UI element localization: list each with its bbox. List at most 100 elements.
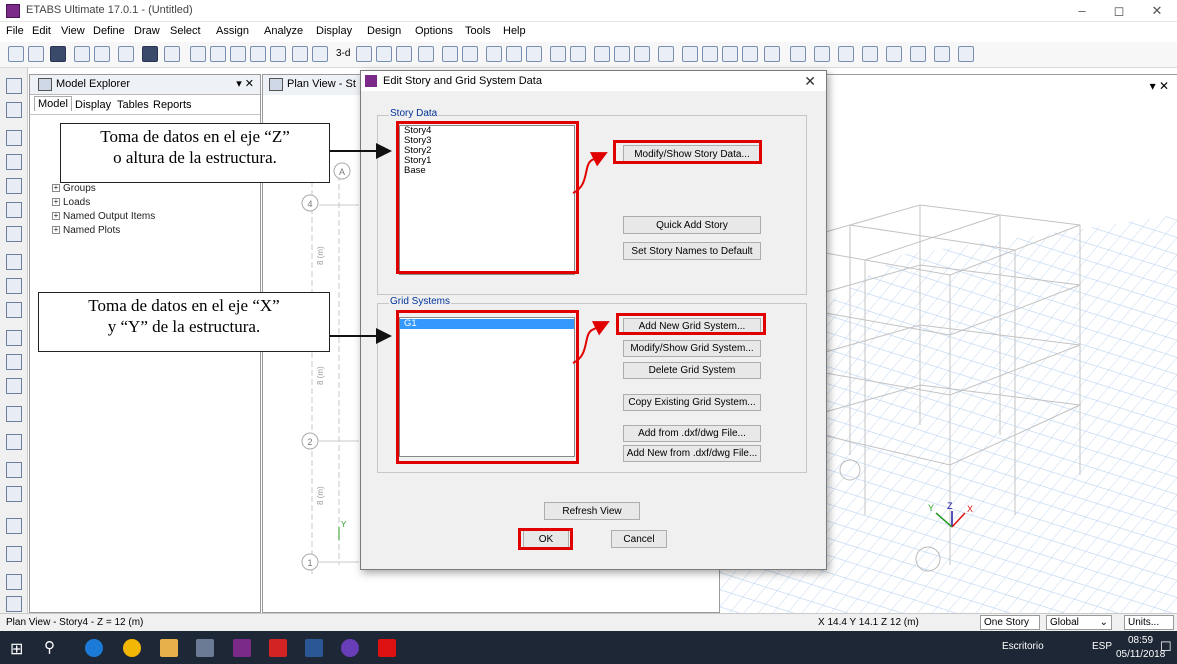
menu-draw[interactable]: Draw — [134, 25, 160, 37]
pencil-icon[interactable] — [118, 46, 134, 62]
plan-view-icon[interactable] — [356, 46, 372, 62]
tree-item-loads[interactable]: + Loads — [52, 197, 90, 208]
assign-section-icon[interactable] — [790, 46, 806, 62]
menu-analyze[interactable]: Analyze — [264, 25, 303, 37]
draw-beam-icon[interactable] — [614, 46, 630, 62]
draw-section-icon[interactable] — [764, 46, 780, 62]
word-icon[interactable] — [305, 639, 323, 657]
menu-select[interactable]: Select — [170, 25, 201, 37]
zoom-out-icon[interactable] — [230, 46, 246, 62]
refresh-view-button[interactable]: Refresh View — [544, 502, 640, 520]
draw-beam-tool-icon[interactable] — [6, 330, 22, 346]
assign-wall-icon[interactable] — [838, 46, 854, 62]
draw-grid-icon[interactable] — [6, 434, 22, 450]
notification-icon[interactable]: ☐ — [1160, 639, 1172, 655]
dialog-close-button[interactable]: ✕ — [804, 73, 816, 90]
save-icon[interactable] — [50, 46, 66, 62]
tab-model[interactable]: Model — [34, 96, 72, 111]
cancel-button[interactable]: Cancel — [611, 530, 667, 548]
tab-reports[interactable]: Reports — [150, 98, 195, 112]
assign-spandrel-icon[interactable] — [934, 46, 950, 62]
undo-icon[interactable] — [74, 46, 90, 62]
menu-file[interactable]: File — [6, 25, 24, 37]
lock-icon[interactable] — [142, 46, 158, 62]
show-undeformed-icon[interactable] — [550, 46, 566, 62]
clock-time[interactable]: 08:59 — [1128, 635, 1153, 646]
close-icon[interactable]: ▾ ✕ — [236, 77, 254, 90]
add-new-from-dxf-button[interactable]: Add New from .dxf/dwg File... — [623, 445, 761, 462]
elevation-view-icon[interactable] — [376, 46, 392, 62]
zoom-window-icon[interactable] — [190, 46, 206, 62]
draw-wall-tool-icon[interactable] — [6, 254, 22, 270]
set-display-icon[interactable] — [506, 46, 522, 62]
draw-opening-icon[interactable] — [722, 46, 738, 62]
menu-options[interactable]: Options — [415, 25, 453, 37]
edge-icon[interactable] — [85, 639, 103, 657]
object-shrink-icon[interactable] — [486, 46, 502, 62]
tree-item-named-plots[interactable]: + Named Plots — [52, 225, 120, 236]
tree-item-named-output[interactable]: + Named Output Items — [52, 211, 155, 222]
quick-add-story-button[interactable]: Quick Add Story — [623, 216, 761, 234]
app-icon[interactable] — [196, 639, 214, 657]
open-icon[interactable] — [28, 46, 44, 62]
menu-edit[interactable]: Edit — [32, 25, 51, 37]
units-button[interactable]: Units... — [1124, 615, 1174, 630]
draw-link-icon[interactable] — [742, 46, 758, 62]
move-up-icon[interactable] — [442, 46, 458, 62]
perspective-icon[interactable] — [418, 46, 434, 62]
draw-area-icon[interactable] — [6, 154, 22, 170]
draw-cross-icon[interactable] — [6, 226, 22, 242]
chrome-icon[interactable] — [123, 639, 141, 657]
draw-slab-icon[interactable] — [702, 46, 718, 62]
coord-system-selector[interactable]: Global ⌄ — [1046, 615, 1112, 630]
minimize-button[interactable]: – — [1065, 2, 1099, 20]
rubber-band-icon[interactable] — [312, 46, 328, 62]
assign-diaphragm-icon[interactable] — [886, 46, 902, 62]
set-story-names-default-button[interactable]: Set Story Names to Default — [623, 242, 761, 260]
draw-line-icon[interactable] — [6, 130, 22, 146]
reshape-icon[interactable] — [6, 102, 22, 118]
display-dropdown-icon[interactable] — [526, 46, 542, 62]
menu-view[interactable]: View — [61, 25, 85, 37]
windows-start-icon[interactable]: ⊞ — [10, 639, 23, 659]
draw-column-tool-icon[interactable] — [6, 354, 22, 370]
tree-item-groups[interactable]: + Groups — [52, 183, 96, 194]
zoom-previous-icon[interactable] — [270, 46, 286, 62]
draw-spring-icon[interactable] — [6, 486, 22, 502]
language-indicator[interactable]: ESP — [1092, 641, 1112, 652]
file-explorer-icon[interactable] — [160, 639, 178, 657]
desktop-toolbar[interactable]: Escritorio — [1002, 641, 1044, 652]
draw-support-icon[interactable] — [6, 462, 22, 478]
view-3d-button[interactable]: 3-d — [336, 48, 350, 59]
pointer-icon[interactable] — [6, 78, 22, 94]
assign-slab-icon[interactable] — [814, 46, 830, 62]
copy-grid-system-button[interactable]: Copy Existing Grid System... — [623, 394, 761, 411]
menu-assign[interactable]: Assign — [216, 25, 249, 37]
menu-design[interactable]: Design — [367, 25, 401, 37]
etabs-taskbar-icon[interactable] — [233, 639, 251, 657]
acrobat-icon[interactable] — [378, 639, 396, 657]
new-model-icon[interactable] — [8, 46, 24, 62]
maximize-button[interactable]: ◻ — [1102, 2, 1136, 20]
delete-grid-system-button[interactable]: Delete Grid System — [623, 362, 761, 379]
clear-selection-icon[interactable] — [6, 574, 22, 590]
draw-point-icon[interactable] — [6, 378, 22, 394]
measure-icon[interactable] — [958, 46, 974, 62]
search-icon[interactable]: ⚲ — [44, 638, 55, 656]
run-icon[interactable] — [164, 46, 180, 62]
story-selector[interactable]: One Story — [980, 615, 1040, 630]
draw-brace-tool-icon[interactable] — [6, 406, 22, 422]
draw-wall-icon[interactable] — [682, 46, 698, 62]
draw-frame-icon[interactable] — [594, 46, 610, 62]
draw-column-icon[interactable] — [634, 46, 650, 62]
modify-grid-system-button[interactable]: Modify/Show Grid System... — [623, 340, 761, 357]
autocad-icon[interactable] — [269, 639, 287, 657]
close-button[interactable]: ✕ — [1140, 2, 1174, 20]
draw-slab-tool-icon[interactable] — [6, 278, 22, 294]
redo-icon[interactable] — [94, 46, 110, 62]
draw-grid-area-icon[interactable] — [6, 202, 22, 218]
add-from-dxf-button[interactable]: Add from .dxf/dwg File... — [623, 425, 761, 442]
rotate-icon[interactable] — [396, 46, 412, 62]
draw-brace-icon[interactable] — [658, 46, 674, 62]
select-all-icon[interactable] — [6, 518, 22, 534]
